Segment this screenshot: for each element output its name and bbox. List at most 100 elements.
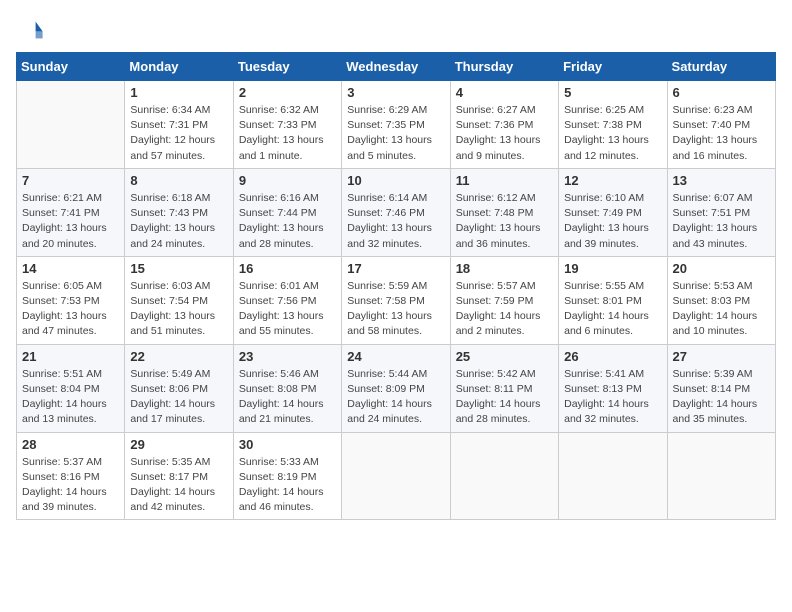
day-info: Sunrise: 5:51 AM Sunset: 8:04 PM Dayligh… <box>22 367 119 428</box>
day-number: 10 <box>347 173 444 188</box>
calendar-cell: 20 Sunrise: 5:53 AM Sunset: 8:03 PM Dayli… <box>667 256 775 344</box>
calendar-cell: 29 Sunrise: 5:35 AM Sunset: 8:17 PM Dayli… <box>125 432 233 520</box>
day-info: Sunrise: 5:37 AM Sunset: 8:16 PM Dayligh… <box>22 455 119 516</box>
day-info: Sunrise: 5:33 AM Sunset: 8:19 PM Dayligh… <box>239 455 336 516</box>
calendar-header-tuesday: Tuesday <box>233 53 341 81</box>
calendar-cell: 27 Sunrise: 5:39 AM Sunset: 8:14 PM Dayli… <box>667 344 775 432</box>
day-info: Sunrise: 5:44 AM Sunset: 8:09 PM Dayligh… <box>347 367 444 428</box>
day-info: Sunrise: 5:49 AM Sunset: 8:06 PM Dayligh… <box>130 367 227 428</box>
calendar-cell: 5 Sunrise: 6:25 AM Sunset: 7:38 PM Daylig… <box>559 81 667 169</box>
calendar-week-row: 7Sunrise: 6:21 AM Sunset: 7:41 PM Daylig… <box>17 168 776 256</box>
day-info: Sunrise: 5:35 AM Sunset: 8:17 PM Dayligh… <box>130 455 227 516</box>
page-header <box>16 16 776 44</box>
calendar-cell: 28 Sunrise: 5:37 AM Sunset: 8:16 PM Dayli… <box>17 432 125 520</box>
day-info: Sunrise: 5:57 AM Sunset: 7:59 PM Dayligh… <box>456 279 553 340</box>
day-info: Sunrise: 6:25 AM Sunset: 7:38 PM Dayligh… <box>564 103 661 164</box>
calendar-cell: 11 Sunrise: 6:12 AM Sunset: 7:48 PM Dayli… <box>450 168 558 256</box>
day-number: 14 <box>22 261 119 276</box>
calendar-header-friday: Friday <box>559 53 667 81</box>
calendar-cell: 3 Sunrise: 6:29 AM Sunset: 7:35 PM Daylig… <box>342 81 450 169</box>
day-number: 18 <box>456 261 553 276</box>
day-info: Sunrise: 6:14 AM Sunset: 7:46 PM Dayligh… <box>347 191 444 252</box>
calendar-week-row: 21 Sunrise: 5:51 AM Sunset: 8:04 PM Dayli… <box>17 344 776 432</box>
day-info: Sunrise: 6:03 AM Sunset: 7:54 PM Dayligh… <box>130 279 227 340</box>
day-info: Sunrise: 6:34 AM Sunset: 7:31 PM Dayligh… <box>130 103 227 164</box>
calendar-cell: 25 Sunrise: 5:42 AM Sunset: 8:11 PM Dayli… <box>450 344 558 432</box>
day-number: 22 <box>130 349 227 364</box>
day-info: Sunrise: 5:53 AM Sunset: 8:03 PM Dayligh… <box>673 279 770 340</box>
day-number: 4 <box>456 85 553 100</box>
calendar-cell: 7Sunrise: 6:21 AM Sunset: 7:41 PM Daylig… <box>17 168 125 256</box>
calendar-cell: 30 Sunrise: 5:33 AM Sunset: 8:19 PM Dayli… <box>233 432 341 520</box>
day-number: 16 <box>239 261 336 276</box>
day-info: Sunrise: 6:05 AM Sunset: 7:53 PM Dayligh… <box>22 279 119 340</box>
calendar-cell: 15 Sunrise: 6:03 AM Sunset: 7:54 PM Dayli… <box>125 256 233 344</box>
day-info: Sunrise: 5:59 AM Sunset: 7:58 PM Dayligh… <box>347 279 444 340</box>
day-info: Sunrise: 6:01 AM Sunset: 7:56 PM Dayligh… <box>239 279 336 340</box>
calendar-cell: 23Sunrise: 5:46 AM Sunset: 8:08 PM Dayli… <box>233 344 341 432</box>
calendar-cell: 21 Sunrise: 5:51 AM Sunset: 8:04 PM Dayli… <box>17 344 125 432</box>
calendar-header-monday: Monday <box>125 53 233 81</box>
calendar-cell <box>17 81 125 169</box>
day-number: 29 <box>130 437 227 452</box>
day-info: Sunrise: 6:18 AM Sunset: 7:43 PM Dayligh… <box>130 191 227 252</box>
day-number: 23 <box>239 349 336 364</box>
calendar-week-row: 1 Sunrise: 6:34 AM Sunset: 7:31 PM Daylig… <box>17 81 776 169</box>
day-number: 21 <box>22 349 119 364</box>
day-info: Sunrise: 6:10 AM Sunset: 7:49 PM Dayligh… <box>564 191 661 252</box>
day-info: Sunrise: 6:16 AM Sunset: 7:44 PM Dayligh… <box>239 191 336 252</box>
calendar-cell: 19 Sunrise: 5:55 AM Sunset: 8:01 PM Dayli… <box>559 256 667 344</box>
day-number: 15 <box>130 261 227 276</box>
calendar-cell: 26 Sunrise: 5:41 AM Sunset: 8:13 PM Dayli… <box>559 344 667 432</box>
calendar-cell: 22 Sunrise: 5:49 AM Sunset: 8:06 PM Dayli… <box>125 344 233 432</box>
calendar-header-row: SundayMondayTuesdayWednesdayThursdayFrid… <box>17 53 776 81</box>
calendar-header-sunday: Sunday <box>17 53 125 81</box>
day-number: 17 <box>347 261 444 276</box>
day-info: Sunrise: 5:41 AM Sunset: 8:13 PM Dayligh… <box>564 367 661 428</box>
day-number: 2 <box>239 85 336 100</box>
day-number: 6 <box>673 85 770 100</box>
day-info: Sunrise: 5:42 AM Sunset: 8:11 PM Dayligh… <box>456 367 553 428</box>
day-number: 27 <box>673 349 770 364</box>
calendar-cell: 8 Sunrise: 6:18 AM Sunset: 7:43 PM Daylig… <box>125 168 233 256</box>
logo <box>16 16 48 44</box>
day-number: 24 <box>347 349 444 364</box>
logo-icon <box>16 16 44 44</box>
calendar-cell: 18 Sunrise: 5:57 AM Sunset: 7:59 PM Dayli… <box>450 256 558 344</box>
day-number: 1 <box>130 85 227 100</box>
calendar-cell: 10 Sunrise: 6:14 AM Sunset: 7:46 PM Dayli… <box>342 168 450 256</box>
day-number: 11 <box>456 173 553 188</box>
day-info: Sunrise: 6:32 AM Sunset: 7:33 PM Dayligh… <box>239 103 336 164</box>
calendar-cell: 24 Sunrise: 5:44 AM Sunset: 8:09 PM Dayli… <box>342 344 450 432</box>
calendar-cell <box>342 432 450 520</box>
calendar-table: SundayMondayTuesdayWednesdayThursdayFrid… <box>16 52 776 520</box>
calendar-cell: 6 Sunrise: 6:23 AM Sunset: 7:40 PM Daylig… <box>667 81 775 169</box>
day-number: 7 <box>22 173 119 188</box>
day-number: 3 <box>347 85 444 100</box>
calendar-cell: 13Sunrise: 6:07 AM Sunset: 7:51 PM Dayli… <box>667 168 775 256</box>
day-number: 19 <box>564 261 661 276</box>
day-number: 30 <box>239 437 336 452</box>
calendar-cell: 1 Sunrise: 6:34 AM Sunset: 7:31 PM Daylig… <box>125 81 233 169</box>
day-number: 26 <box>564 349 661 364</box>
day-info: Sunrise: 5:55 AM Sunset: 8:01 PM Dayligh… <box>564 279 661 340</box>
day-info: Sunrise: 6:29 AM Sunset: 7:35 PM Dayligh… <box>347 103 444 164</box>
calendar-week-row: 28 Sunrise: 5:37 AM Sunset: 8:16 PM Dayli… <box>17 432 776 520</box>
day-info: Sunrise: 6:27 AM Sunset: 7:36 PM Dayligh… <box>456 103 553 164</box>
calendar-header-saturday: Saturday <box>667 53 775 81</box>
calendar-cell: 16 Sunrise: 6:01 AM Sunset: 7:56 PM Dayli… <box>233 256 341 344</box>
day-info: Sunrise: 5:39 AM Sunset: 8:14 PM Dayligh… <box>673 367 770 428</box>
day-number: 25 <box>456 349 553 364</box>
calendar-cell: 17 Sunrise: 5:59 AM Sunset: 7:58 PM Dayli… <box>342 256 450 344</box>
calendar-cell: 9Sunrise: 6:16 AM Sunset: 7:44 PM Daylig… <box>233 168 341 256</box>
day-number: 8 <box>130 173 227 188</box>
day-number: 28 <box>22 437 119 452</box>
day-number: 12 <box>564 173 661 188</box>
calendar-cell <box>667 432 775 520</box>
calendar-week-row: 14 Sunrise: 6:05 AM Sunset: 7:53 PM Dayli… <box>17 256 776 344</box>
day-number: 5 <box>564 85 661 100</box>
day-info: Sunrise: 6:12 AM Sunset: 7:48 PM Dayligh… <box>456 191 553 252</box>
day-info: Sunrise: 6:23 AM Sunset: 7:40 PM Dayligh… <box>673 103 770 164</box>
day-number: 20 <box>673 261 770 276</box>
calendar-cell: 4 Sunrise: 6:27 AM Sunset: 7:36 PM Daylig… <box>450 81 558 169</box>
